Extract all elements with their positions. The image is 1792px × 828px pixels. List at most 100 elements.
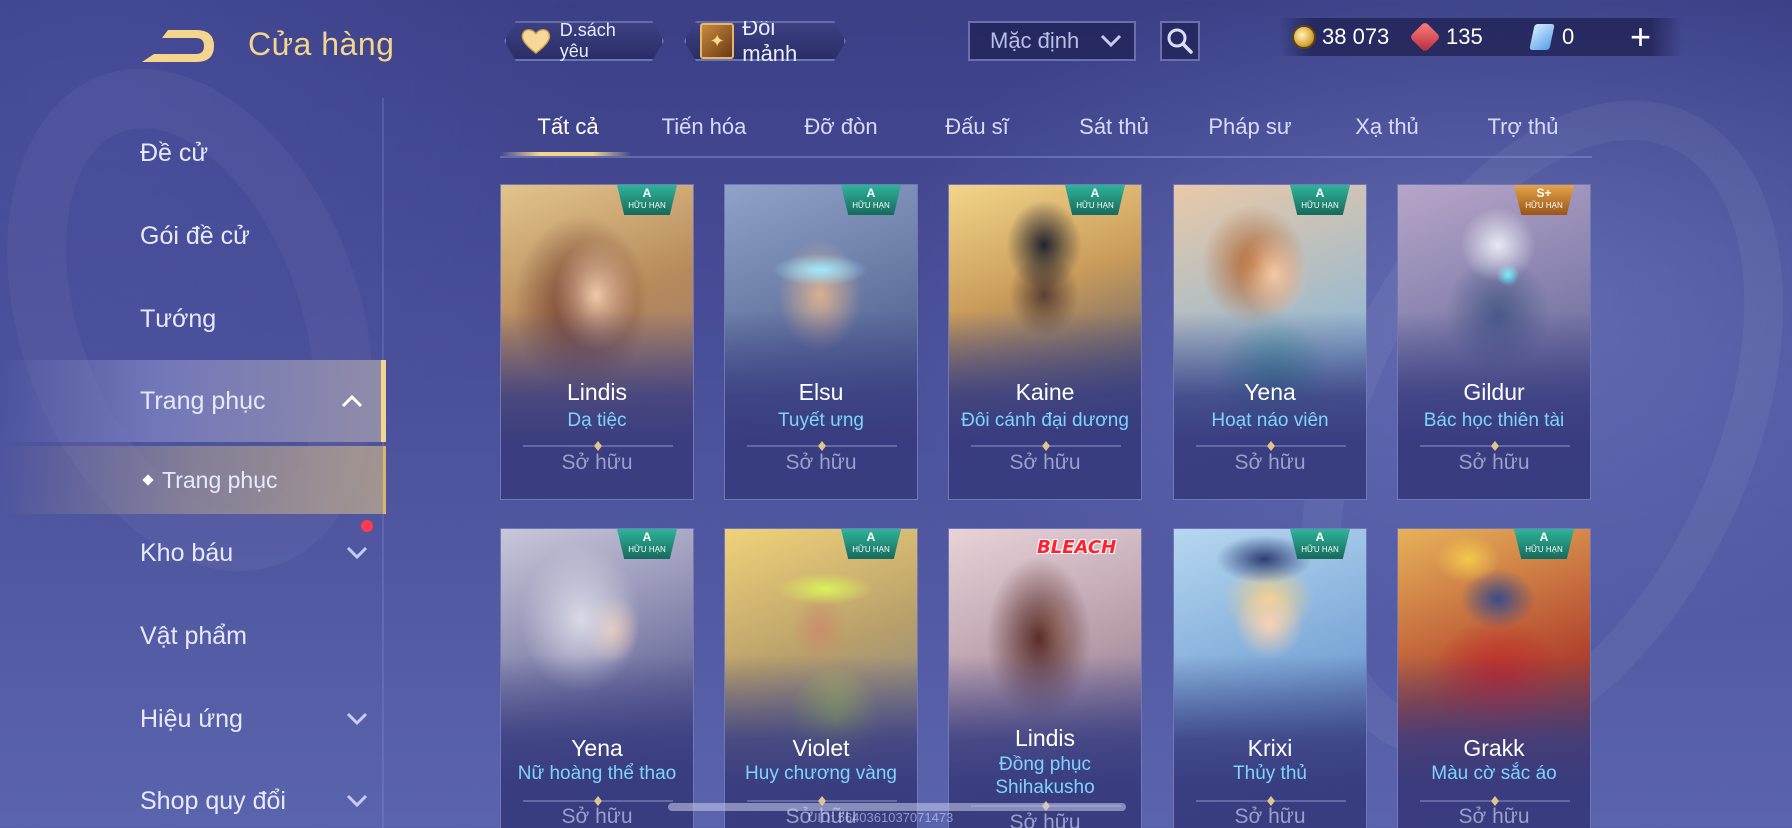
ticket-amount: 0 [1562,24,1575,49]
sidebar-item-treasure[interactable]: Kho báu [0,517,386,589]
skin-card[interactable]: S+ HỮU HẠN Gildur Bác học thiên tài Sở hữ… [1397,184,1591,500]
skin-name: Huy chương vàng [745,763,897,784]
tab-label: Xạ thủ [1355,114,1419,139]
ornament-divider [971,441,1121,451]
grade-label: A [1315,186,1325,200]
tab-marksman[interactable]: Xạ thủ [1319,114,1455,140]
owned-status: Sở hữu [1234,805,1306,828]
owned-status: Sở hữu [1009,451,1081,474]
skin-card[interactable]: A HỮU HẠN Yena Hoạt náo viên Sở hữu [1173,184,1367,500]
sidebar-subitem-skins[interactable]: Trang phục [0,446,386,514]
sidebar-item-label: Kho báu [140,538,234,567]
limited-label: HỮU HẠN [1301,545,1339,554]
hero-name: Lindis [566,379,628,405]
sidebar-item-exchange-shop[interactable]: Shop quy đổi [0,765,386,828]
search-button[interactable] [1160,21,1200,61]
owned-status: Sở hữu [1458,451,1530,474]
grade-label: A [642,186,652,200]
hero-name: Yena [571,735,623,761]
hero-name: Grakk [1463,735,1525,761]
grade-badge: A HỮU HẠN [1514,529,1574,559]
skin-card[interactable]: A HỮU HẠN Krixi Thủy thủ Sở hữu [1173,528,1367,828]
limited-label: HỮU HẠN [852,545,890,554]
tab-label: Đỡ đòn [804,114,878,139]
tab-mage[interactable]: Pháp sư [1182,114,1318,140]
tab-all[interactable]: Tất cả [500,114,636,140]
owned-status: Sở hữu [561,451,633,474]
skin-card[interactable]: A HỮU HẠN Lindis Dạ tiệc Sở hữu [500,184,694,500]
sidebar-item-effects[interactable]: Hiệu ứng [0,683,386,755]
favorites-label: D.sách yêu [559,20,616,61]
hero-name: Violet [792,735,850,761]
currency-bar: 38 073 135 0 [1280,18,1682,56]
favorites-button[interactable]: D.sách yêu [504,21,664,61]
grade-label: A [1090,186,1100,200]
grade-badge: S+ HỮU HẠN [1514,185,1574,215]
sidebar-item-recommended-packs[interactable]: Gói đề cử [0,200,386,272]
page-title: Cửa hàng [248,26,395,62]
sidebar-item-label: Đề cử [140,138,209,167]
grade-label: A [866,186,876,200]
back-arrow-icon [142,30,214,62]
swap-fragments-button[interactable]: ✦ Đổi mảnh [684,21,846,61]
limited-label: HỮU HẠN [1301,201,1339,210]
grade-label: A [866,530,876,544]
skin-card[interactable]: A HỮU HẠN Violet Huy chương vàng Sở hữu [724,528,918,828]
notification-dot [361,520,373,532]
gold-currency: 38 073 [1292,24,1389,50]
search-icon [1167,28,1193,54]
skin-card[interactable]: A HỮU HẠN Yena Nữ hoàng thể thao Sở hữu [500,528,694,828]
skin-card[interactable]: A HỮU HẠN Elsu Tuyết ưng Sở hữu [724,184,918,500]
sidebar-item-recommended[interactable]: Đề cử [0,117,386,189]
ornament-divider [1196,441,1346,451]
plus-icon: + [1630,16,1652,57]
sidebar-item-label: Hiệu ứng [140,704,243,733]
skin-name: Dạ tiệc [567,410,627,431]
chevron-down-icon [346,712,368,726]
ticket-currency: 0 [1528,24,1574,50]
sidebar-item-skins[interactable]: Trang phục [0,360,386,442]
skin-card[interactable]: A HỮU HẠN Grakk Màu cờ sắc áo Sở hữu [1397,528,1591,828]
ornament-divider [523,441,673,451]
swap-label: Đổi mảnh [742,15,798,66]
diamond-bullet-icon [142,474,154,486]
owned-status: Sở hữu [785,451,857,474]
tab-assassin[interactable]: Sát thủ [1046,114,1182,140]
skin-name: Đôi cánh đại dương [961,410,1129,431]
tab-evolution[interactable]: Tiến hóa [636,114,772,140]
add-currency-button[interactable]: + [1630,19,1651,55]
tab-tank[interactable]: Đỡ đòn [773,114,909,140]
hero-name: Kaine [1015,379,1075,405]
limited-label: HỮU HẠN [628,201,666,210]
skin-card[interactable]: BLEACH Lindis Đồng phục Shihakusho Sở hữ… [948,528,1142,828]
grade-badge: A HỮU HẠN [1065,185,1125,215]
skin-name: Hoạt náo viên [1211,410,1329,431]
chevron-down-icon [1100,34,1122,48]
sidebar-item-heroes[interactable]: Tướng [0,283,386,355]
voucher-currency: 135 [1409,21,1483,53]
tab-support[interactable]: Trợ thủ [1455,114,1591,140]
gold-amount: 38 073 [1322,24,1390,49]
grade-badge: A HỮU HẠN [1290,185,1350,215]
sort-dropdown[interactable]: Mặc định [968,21,1136,61]
chevron-up-icon [341,394,363,408]
sidebar-item-items[interactable]: Vật phẩm [0,600,386,672]
sidebar-item-label: Tướng [140,304,217,333]
grade-label: A [1315,530,1325,544]
skin-name: Đồng phục Shihakusho [995,754,1095,798]
back-button[interactable] [138,24,218,68]
heart-icon [520,26,552,56]
category-tabs: Tất cả Tiến hóa Đỡ đòn Đấu sĩ Sát thủ Ph… [500,106,1592,158]
tab-label: Trợ thủ [1487,114,1559,139]
tab-label: Sát thủ [1079,114,1149,139]
skin-card[interactable]: A HỮU HẠN Kaine Đôi cánh đại dương Sở hữu [948,184,1142,500]
owned-status: Sở hữu [1234,451,1306,474]
owned-status: Sở hữu [1009,811,1081,828]
grade-badge: A HỮU HẠN [841,185,901,215]
grade-badge: A HỮU HẠN [617,185,677,215]
grade-badge: A HỮU HẠN [841,529,901,559]
tab-fighter[interactable]: Đấu sĩ [909,114,1045,140]
owned-status: Sở hữu [1458,805,1530,828]
sidebar-item-label: Vật phẩm [140,621,248,650]
active-tab-indicator [500,152,632,156]
